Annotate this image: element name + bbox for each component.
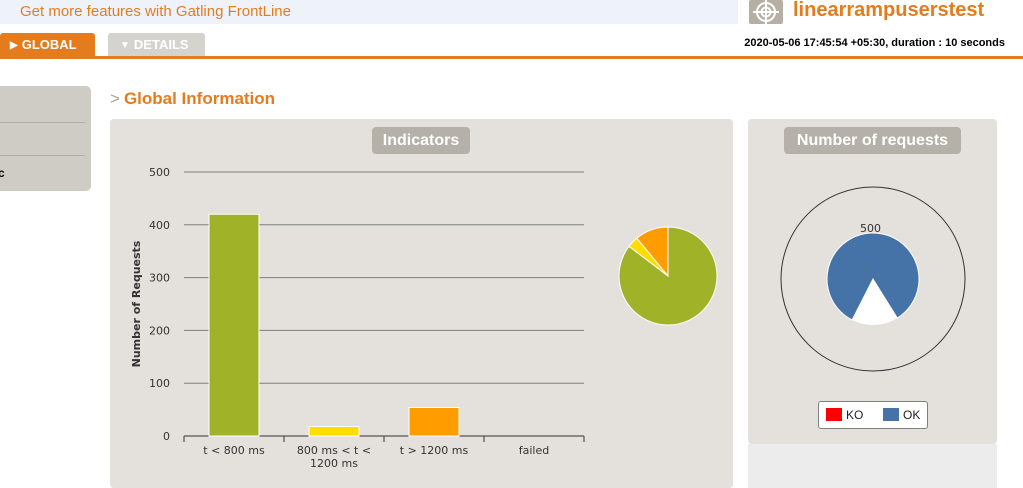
report-page: Get more features with Gatling FrontLine… [0, 0, 1023, 488]
indicators-title: Indicators [372, 127, 470, 154]
y-tick-label: 0 [163, 430, 170, 443]
requests-legend: KO OK [818, 401, 928, 429]
banner-link[interactable]: Get more features with Gatling FrontLine [20, 3, 291, 20]
frontline-banner[interactable]: Get more features with Gatling FrontLine [0, 0, 738, 24]
simulation-title: linearrampuserstest [793, 0, 985, 21]
y-tick-label: 300 [149, 272, 170, 285]
y-tick-label: 500 [149, 166, 170, 179]
bar [208, 213, 260, 437]
tab-global[interactable]: ▶ GLOBAL [0, 33, 95, 56]
run-info: 2020-05-06 17:45:54 +05:30, duration : 1… [744, 37, 1005, 49]
x-tick-label: failed [519, 444, 549, 457]
indicators-bar-chart: 0 100 200 300 400 500 Number of Requests t < 80… [130, 166, 585, 470]
legend-ok-label[interactable]: OK [903, 408, 920, 422]
requests-panel-footer [748, 444, 997, 488]
sidebar-divider [0, 155, 85, 156]
x-tick-label: t < 800 ms [203, 444, 265, 457]
tab-underline [0, 56, 1023, 59]
x-tick-label: t > 1200 ms [400, 444, 469, 457]
y-tick-label: 200 [149, 324, 170, 337]
y-tick-label: 100 [149, 377, 170, 390]
tab-details-label: DETAILS [133, 37, 189, 52]
legend-ok-swatch [883, 408, 899, 421]
gauge-min-label: 0 [862, 267, 869, 280]
caret-right-icon: ▶ [10, 40, 18, 51]
bar [308, 425, 360, 437]
legend-ko-label[interactable]: KO [846, 408, 863, 422]
tab-global-label: GLOBAL [21, 37, 77, 52]
target-icon [749, 0, 783, 25]
tab-details[interactable]: ▼ DETAILS [108, 33, 205, 56]
section-title: > Global Information [110, 89, 275, 109]
y-tick-label: 400 [149, 219, 170, 232]
y-axis-title: Number of Requests [130, 240, 143, 367]
caret-down-icon: ▼ [120, 40, 130, 51]
legend-ko-swatch [826, 408, 842, 421]
sidebar-menu: c [0, 86, 91, 191]
gauge-max-label: 500 [860, 222, 881, 235]
requests-gauge-chart: 500 0 [780, 186, 966, 372]
section-title-text: Global Information [123, 89, 276, 108]
bar [408, 406, 460, 437]
section-marker: > [110, 89, 120, 108]
requests-title: Number of requests [784, 127, 961, 154]
sidebar-item-label[interactable]: c [0, 166, 5, 180]
indicators-pie-chart [618, 226, 718, 326]
sidebar-divider [0, 122, 85, 123]
x-tick-label: 800 ms < t <1200 ms [297, 444, 371, 470]
